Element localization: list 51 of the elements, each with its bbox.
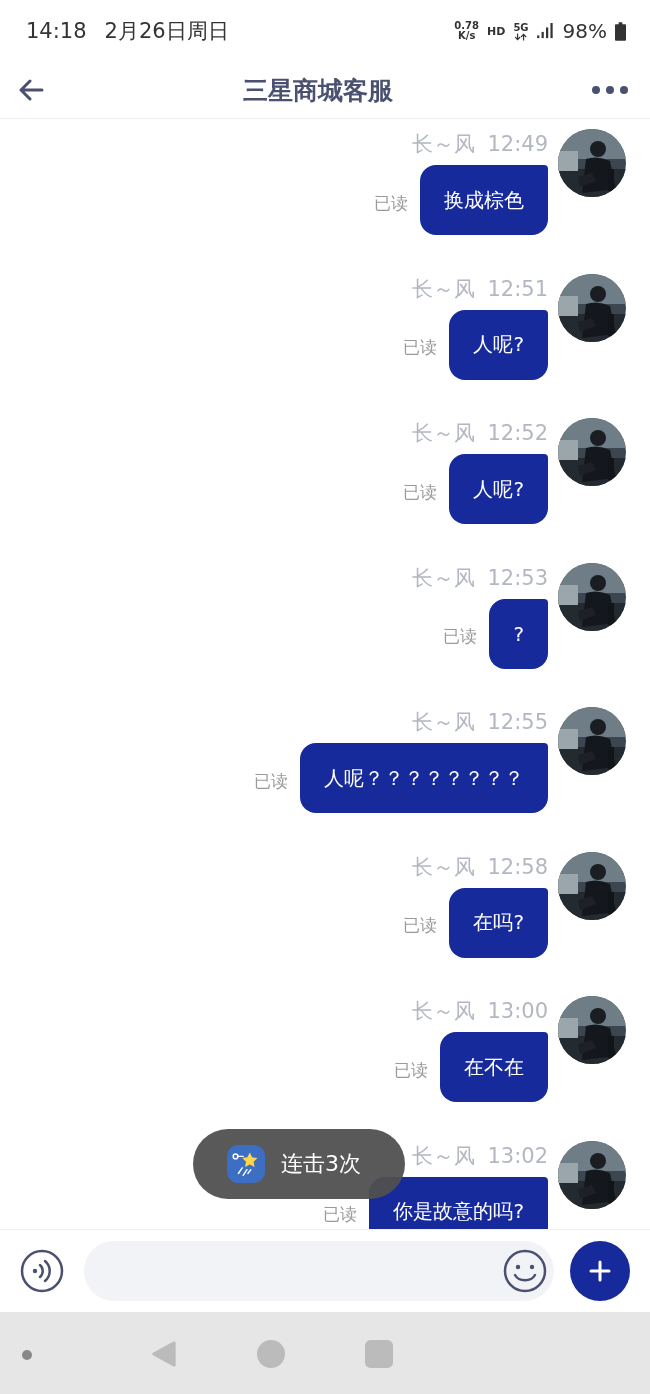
read-receipt: 已读 [254,769,288,793]
network-speed-unit: K/s [458,31,476,41]
read-receipt: 已读 [403,336,438,359]
read-receipt: 已读 [443,625,478,648]
chat-title: 三星商城客服 [243,74,393,107]
sender-name: 长～风 [412,131,476,158]
message-bubble: 换成棕色 [420,165,548,235]
status-date: 2月26日周日 [104,18,229,45]
hd-indicator: HD [487,24,506,38]
message-time: 12:52 [487,421,548,445]
read-receipt: 已读 [403,480,438,504]
toast: 连击3次 [193,1129,405,1199]
sender-name: 长～风 [412,709,476,736]
more-icon[interactable] [592,85,628,95]
signal-icon [536,23,555,39]
message-bubble: 人呢? [449,454,548,524]
message-time: 12:49 [487,132,548,156]
read-receipt: 已读 [323,1203,358,1226]
sender-name: 长～风 [412,853,476,881]
read-receipt: 已读 [374,191,408,215]
add-button[interactable] [570,1241,630,1301]
plus-icon[interactable] [588,1259,612,1283]
message-time: 13:02 [487,1143,548,1168]
voice-button[interactable] [20,1249,64,1293]
network-type: 5G [513,21,529,33]
message-bubble: 你是故意的吗? [369,1176,548,1229]
emoji-icon[interactable] [502,1248,548,1294]
read-receipt: 已读 [403,914,438,937]
keyboard-dot-icon[interactable] [22,1350,32,1360]
message-bubble: 人呢? [449,309,548,380]
message-time: 13:00 [487,999,548,1023]
sender-name: 长～风 [412,1142,476,1170]
message-bubble: ? [489,598,548,669]
battery-percent: 98% [562,19,607,43]
message-bubble: 人呢？？？？？？？？ [300,743,548,813]
data-arrows-icon [514,32,527,41]
network-speed-value: 0.78 [454,21,480,31]
sender-name: 长～风 [412,275,476,303]
message-time: 12:51 [487,276,548,301]
message-bubble: 在吗? [449,887,548,958]
message-time: 12:58 [487,854,548,879]
star-app-icon [227,1145,265,1183]
sender-name: 长～风 [412,998,476,1025]
message-time: 12:55 [487,710,548,734]
status-time: 14:18 [26,19,87,43]
sender-name: 长～风 [412,564,476,592]
message-bubble: 在不在 [440,1032,548,1102]
read-receipt: 已读 [394,1058,428,1082]
battery-icon [615,21,626,41]
message-time: 12:53 [487,565,548,590]
sender-name: 长～风 [412,420,476,447]
